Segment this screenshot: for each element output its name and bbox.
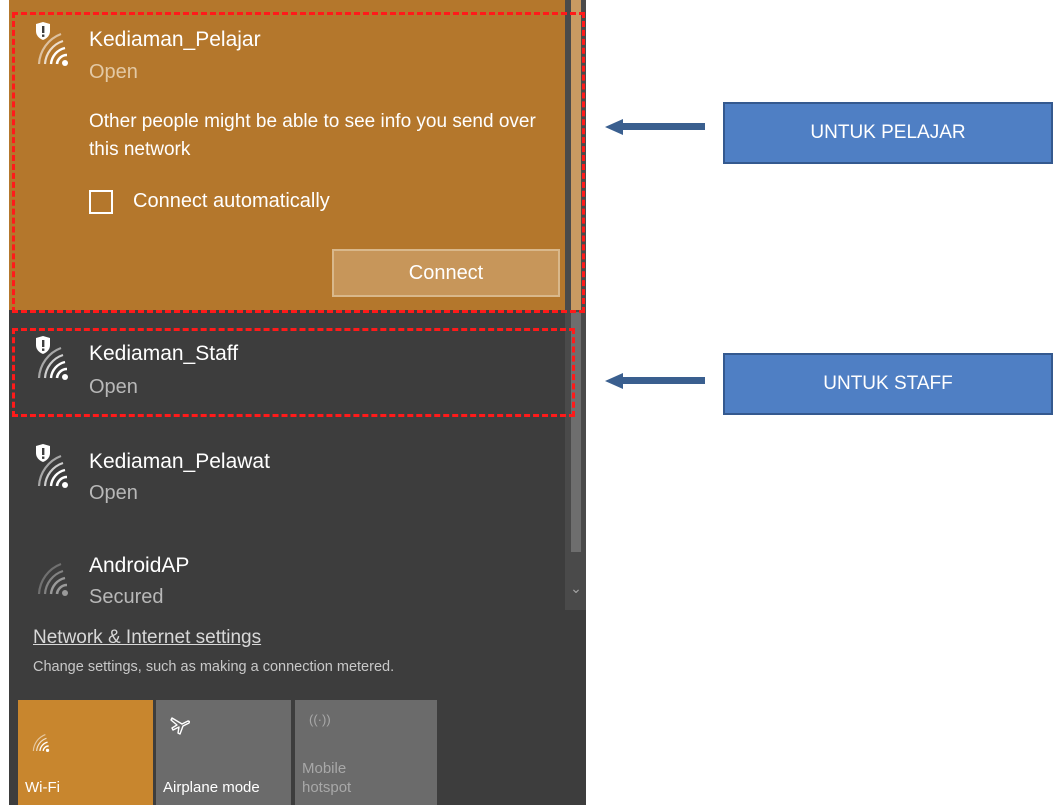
hotspot-icon: ((·)) xyxy=(309,712,331,727)
network-internet-settings-link[interactable]: Network & Internet settings xyxy=(33,627,261,649)
settings-description: Change settings, such as making a connec… xyxy=(33,659,395,675)
wifi-tile-label: Wi-Fi xyxy=(25,779,60,796)
wifi-shield-icon xyxy=(33,444,70,490)
airplane-mode-tile-label: Airplane mode xyxy=(163,779,260,796)
airplane-mode-tile[interactable]: Airplane mode xyxy=(156,700,291,805)
arrow-left-icon xyxy=(605,373,705,389)
network-status: Secured xyxy=(89,586,164,608)
network-name: AndroidAP xyxy=(89,554,190,577)
mobile-hotspot-tile-label-line2: hotspot xyxy=(302,779,352,796)
network-status: Open xyxy=(89,482,138,504)
network-item-kediaman-pelawat[interactable]: Kediaman_Pelawat Open xyxy=(9,430,571,530)
mobile-hotspot-tile-label-line1: Mobile xyxy=(302,760,347,777)
wifi-toggle-tile[interactable]: Wi-Fi xyxy=(18,700,153,805)
label-untuk-pelajar: UNTUK PELAJAR xyxy=(723,102,1053,164)
arrow-left-icon xyxy=(605,119,705,135)
label-untuk-staff: UNTUK STAFF xyxy=(723,353,1053,415)
mobile-hotspot-tile[interactable]: ((·)) Mobile hotspot xyxy=(295,700,437,805)
wifi-icon xyxy=(30,728,52,757)
wifi-icon xyxy=(33,552,70,598)
highlight-box-staff xyxy=(12,328,575,417)
network-item-androidap[interactable]: AndroidAP Secured xyxy=(9,540,571,615)
airplane-icon xyxy=(168,712,192,741)
network-name: Kediaman_Pelawat xyxy=(89,450,270,473)
scroll-down-icon[interactable]: ⌄ xyxy=(568,580,584,602)
highlight-box-pelajar xyxy=(12,12,585,313)
